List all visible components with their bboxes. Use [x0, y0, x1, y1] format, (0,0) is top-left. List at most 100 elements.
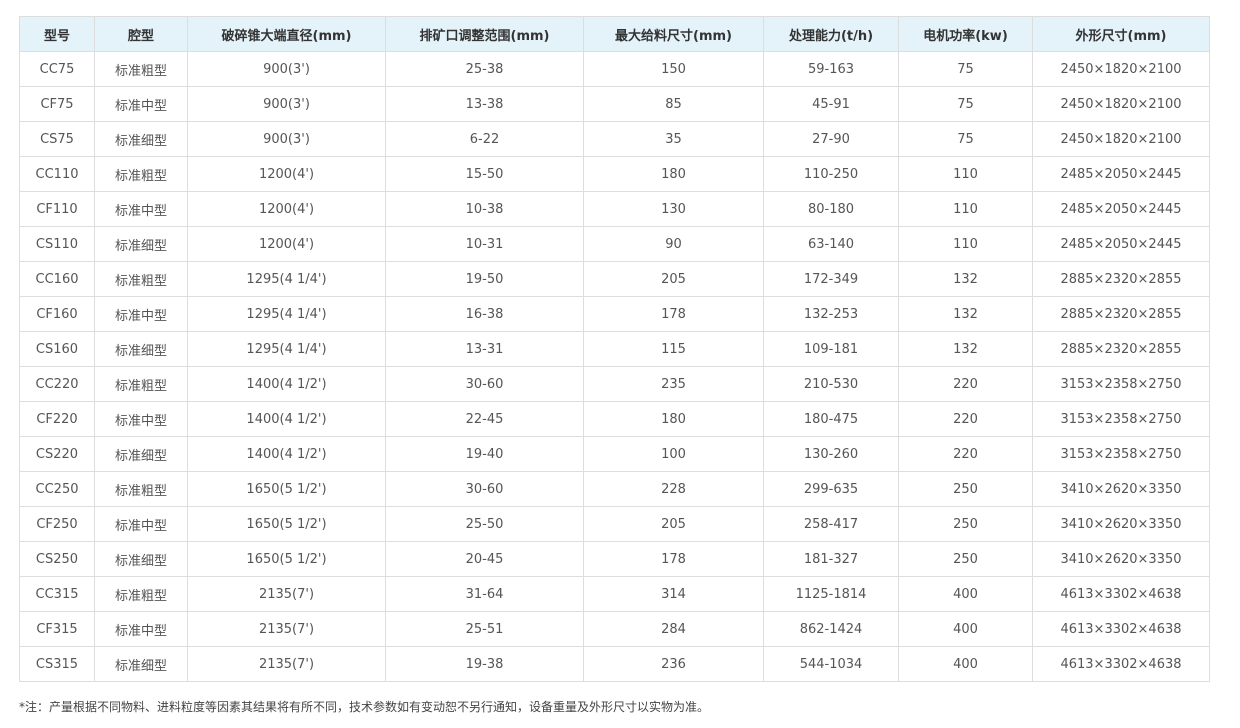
spec-table-container: 型号 腔型 破碎锥大端直径(mm) 排矿口调整范围(mm) 最大给料尺寸(mm) 处理能力…	[19, 16, 1210, 682]
table-cell-capacity: 544-1034	[763, 646, 899, 682]
table-cell-max-feed-size: 130	[583, 191, 764, 227]
table-cell-cone-diameter: 900(3')	[187, 86, 386, 122]
table-cell-discharge-range: 19-38	[385, 646, 584, 682]
table-cell-cavity: 标准细型	[94, 541, 188, 577]
table-cell-discharge-range: 10-38	[385, 191, 584, 227]
footnote: *注：产量根据不同物料、进料粒度等因素其结果将有所不同，技术参数如有变动恕不另行…	[19, 700, 710, 714]
table-cell-cone-diameter: 1295(4 1/4')	[187, 331, 386, 367]
table-cell-cone-diameter: 1650(5 1/2')	[187, 506, 386, 542]
table-cell-discharge-range: 19-40	[385, 436, 584, 472]
column-header-capacity: 处理能力(t/h)	[763, 16, 899, 52]
table-cell-max-feed-size: 115	[583, 331, 764, 367]
column-header-motor-power: 电机功率(kw)	[898, 16, 1033, 52]
table-cell-discharge-range: 6-22	[385, 121, 584, 157]
table-cell-cone-diameter: 900(3')	[187, 121, 386, 157]
table-cell-motor-power: 250	[898, 471, 1033, 507]
table-cell-model: CS110	[19, 226, 95, 262]
table-cell-motor-power: 75	[898, 86, 1033, 122]
table-cell-capacity: 130-260	[763, 436, 899, 472]
table-cell-dimensions: 3153×2358×2750	[1032, 436, 1210, 472]
table-cell-cone-diameter: 1295(4 1/4')	[187, 296, 386, 332]
table-cell-cavity: 标准粗型	[94, 471, 188, 507]
table-cell-max-feed-size: 35	[583, 121, 764, 157]
table-row: CS220 标准细型 1400(4 1/2') 19-40 100 130-260 220 3…	[19, 436, 1210, 472]
column-header-discharge-range: 排矿口调整范围(mm)	[385, 16, 584, 52]
table-cell-discharge-range: 25-51	[385, 611, 584, 647]
table-cell-model: CS315	[19, 646, 95, 682]
table-cell-cone-diameter: 1400(4 1/2')	[187, 366, 386, 402]
table-cell-max-feed-size: 180	[583, 156, 764, 192]
column-header-model: 型号	[19, 16, 95, 52]
table-cell-model: CF110	[19, 191, 95, 227]
table-cell-capacity: 181-327	[763, 541, 899, 577]
table-cell-dimensions: 3153×2358×2750	[1032, 401, 1210, 437]
table-cell-motor-power: 220	[898, 436, 1033, 472]
spec-table: 型号 腔型 破碎锥大端直径(mm) 排矿口调整范围(mm) 最大给料尺寸(mm) 处理能力…	[19, 16, 1210, 682]
table-cell-cone-diameter: 2135(7')	[187, 576, 386, 612]
table-cell-discharge-range: 22-45	[385, 401, 584, 437]
table-cell-motor-power: 110	[898, 226, 1033, 262]
table-cell-capacity: 1125-1814	[763, 576, 899, 612]
table-cell-capacity: 27-90	[763, 121, 899, 157]
table-cell-dimensions: 2450×1820×2100	[1032, 51, 1210, 87]
table-cell-dimensions: 2485×2050×2445	[1032, 191, 1210, 227]
table-cell-motor-power: 220	[898, 366, 1033, 402]
table-cell-cone-diameter: 2135(7')	[187, 646, 386, 682]
table-cell-dimensions: 4613×3302×4638	[1032, 611, 1210, 647]
table-cell-cavity: 标准粗型	[94, 576, 188, 612]
table-cell-motor-power: 400	[898, 646, 1033, 682]
table-header-row: 型号 腔型 破碎锥大端直径(mm) 排矿口调整范围(mm) 最大给料尺寸(mm) 处理能力…	[19, 16, 1210, 52]
table-cell-cavity: 标准细型	[94, 121, 188, 157]
table-cell-dimensions: 2450×1820×2100	[1032, 121, 1210, 157]
table-cell-max-feed-size: 85	[583, 86, 764, 122]
table-cell-max-feed-size: 228	[583, 471, 764, 507]
table-cell-dimensions: 3410×2620×3350	[1032, 471, 1210, 507]
table-cell-cavity: 标准粗型	[94, 261, 188, 297]
table-cell-motor-power: 75	[898, 51, 1033, 87]
table-cell-cone-diameter: 1650(5 1/2')	[187, 471, 386, 507]
table-cell-cavity: 标准中型	[94, 86, 188, 122]
column-header-cone-diameter: 破碎锥大端直径(mm)	[187, 16, 386, 52]
table-row: CC110 标准粗型 1200(4') 15-50 180 110-250 110 2485×…	[19, 156, 1210, 192]
table-cell-dimensions: 2885×2320×2855	[1032, 296, 1210, 332]
table-cell-discharge-range: 19-50	[385, 261, 584, 297]
table-cell-model: CF75	[19, 86, 95, 122]
table-row: CC160 标准粗型 1295(4 1/4') 19-50 205 172-349 132 2…	[19, 261, 1210, 297]
table-cell-motor-power: 132	[898, 296, 1033, 332]
table-cell-max-feed-size: 314	[583, 576, 764, 612]
table-cell-capacity: 180-475	[763, 401, 899, 437]
table-cell-model: CS75	[19, 121, 95, 157]
table-cell-cavity: 标准粗型	[94, 156, 188, 192]
table-row: CF75 标准中型 900(3') 13-38 85 45-91 75 2450×1820×2…	[19, 86, 1210, 122]
table-cell-cone-diameter: 1200(4')	[187, 226, 386, 262]
table-cell-cone-diameter: 1295(4 1/4')	[187, 261, 386, 297]
table-cell-cone-diameter: 1400(4 1/2')	[187, 401, 386, 437]
table-cell-dimensions: 3410×2620×3350	[1032, 506, 1210, 542]
table-cell-motor-power: 132	[898, 261, 1033, 297]
table-cell-cavity: 标准中型	[94, 611, 188, 647]
table-cell-max-feed-size: 150	[583, 51, 764, 87]
table-cell-cone-diameter: 2135(7')	[187, 611, 386, 647]
table-cell-discharge-range: 30-60	[385, 471, 584, 507]
table-cell-discharge-range: 31-64	[385, 576, 584, 612]
table-cell-max-feed-size: 100	[583, 436, 764, 472]
table-row: CS315 标准细型 2135(7') 19-38 236 544-1034 400 4613…	[19, 646, 1210, 682]
table-row: CF250 标准中型 1650(5 1/2') 25-50 205 258-417 250 3…	[19, 506, 1210, 542]
table-cell-dimensions: 2885×2320×2855	[1032, 261, 1210, 297]
table-row: CS110 标准细型 1200(4') 10-31 90 63-140 110 2485×20…	[19, 226, 1210, 262]
table-cell-capacity: 132-253	[763, 296, 899, 332]
table-cell-cone-diameter: 900(3')	[187, 51, 386, 87]
table-cell-dimensions: 4613×3302×4638	[1032, 576, 1210, 612]
table-cell-dimensions: 2450×1820×2100	[1032, 86, 1210, 122]
table-cell-discharge-range: 13-31	[385, 331, 584, 367]
table-row: CC315 标准粗型 2135(7') 31-64 314 1125-1814 400 461…	[19, 576, 1210, 612]
table-cell-cavity: 标准中型	[94, 401, 188, 437]
table-cell-capacity: 45-91	[763, 86, 899, 122]
table-row: CF220 标准中型 1400(4 1/2') 22-45 180 180-475 220 3…	[19, 401, 1210, 437]
table-cell-motor-power: 110	[898, 156, 1033, 192]
table-cell-discharge-range: 20-45	[385, 541, 584, 577]
table-cell-dimensions: 2485×2050×2445	[1032, 226, 1210, 262]
table-row: CC250 标准粗型 1650(5 1/2') 30-60 228 299-635 250 3…	[19, 471, 1210, 507]
table-row: CF110 标准中型 1200(4') 10-38 130 80-180 110 2485×2…	[19, 191, 1210, 227]
table-cell-discharge-range: 15-50	[385, 156, 584, 192]
